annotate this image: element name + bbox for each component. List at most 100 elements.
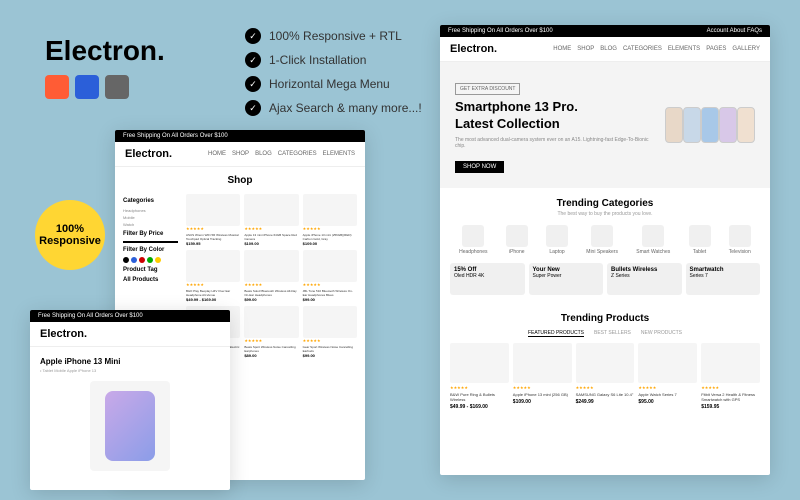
product-title: Apple iPhone 13 Mini [40, 357, 220, 366]
nav-logo[interactable]: Electron. [450, 43, 497, 55]
hero-desc: The most advanced dual-camera system eve… [455, 137, 655, 149]
trending-cats-title: Trending Categories [440, 198, 770, 209]
feature-item: 100% Responsive + RTL [269, 29, 402, 43]
tab-featured[interactable]: FEATURED PRODUCTS [528, 330, 584, 337]
feature-list: ✓ 100% Responsive + RTL ✓ 1-Click Installa… [245, 28, 422, 116]
category-item[interactable]: Headphones [459, 225, 487, 255]
promo-row: 15% OffOled HDR 4K Your NewSuper Power B… [440, 255, 770, 303]
check-icon: ✓ [245, 28, 261, 44]
shop-title: Shop [115, 167, 365, 194]
promo-card[interactable]: 15% OffOled HDR 4K [450, 263, 525, 295]
product-card[interactable]: ★★★★★ASUS Wrenn WiFi 5R Wireless Musical… [186, 194, 240, 246]
nav-link[interactable]: HOME [208, 151, 226, 157]
navbar: Electron. HOME SHOP BLOG CATEGORIES ELEM… [440, 37, 770, 62]
product-card[interactable]: ★★★★★B&O Play Beoplay H4V Over Ear Headp… [186, 250, 240, 302]
navbar: Electron. HOME SHOP BLOG CATEGORIES ELEM… [115, 142, 365, 167]
nav-link[interactable]: SHOP [577, 46, 594, 52]
color-swatch[interactable] [123, 257, 129, 263]
product-image [90, 381, 170, 471]
product-card[interactable]: ★★★★★Apple iPhone 13 mini (256 GB)$109.0… [513, 343, 572, 410]
platform-icons [45, 75, 129, 99]
shop-now-button[interactable]: SHOP NOW [455, 161, 504, 173]
trending-prods-title: Trending Products [440, 313, 770, 324]
nav-link[interactable]: CATEGORIES [623, 46, 662, 52]
color-swatch[interactable] [131, 257, 137, 263]
category-row: Headphones iPhone Laptop Mini Speakers S… [440, 225, 770, 255]
topbar: Free Shipping On All Orders Over $100 Ac… [440, 25, 770, 37]
feature-item: Ajax Search & many more...! [269, 101, 422, 115]
nav-link[interactable]: BLOG [600, 46, 617, 52]
product-card[interactable]: ★★★★★Apple Watch Series 7$95.00 [638, 343, 697, 410]
nav-link[interactable]: SHOP [232, 151, 249, 157]
promo-card[interactable]: Bullets WirelessZ Series [607, 263, 682, 295]
topbar-left: Free Shipping On All Orders Over $100 [448, 28, 553, 34]
feature-item: Horizontal Mega Menu [269, 77, 390, 91]
responsive-badge: 100% Responsive [35, 200, 105, 270]
product-detail-preview: Free Shipping On All Orders Over $100 El… [30, 310, 230, 490]
nav-links: HOME SHOP BLOG CATEGORIES ELEMENTS PAGES… [553, 46, 760, 52]
nav-link[interactable]: ELEMENTS [323, 151, 355, 157]
product-card[interactable]: ★★★★★SAMSUNG Galaxy S6 Lite 10.4"$249.99 [576, 343, 635, 410]
nav-logo[interactable]: Electron. [40, 328, 87, 340]
sidebar-tag-title: Product Tag [123, 267, 178, 273]
nav-link[interactable]: BLOG [255, 151, 272, 157]
product-card[interactable]: ★★★★★Beats Sport Wireless Noise Cancelli… [244, 306, 298, 358]
product-card[interactable]: ★★★★★B&W Pure Ring & Bullets Wireless$49… [450, 343, 509, 410]
trending-cats-sub: The best way to buy the products you lov… [440, 211, 770, 217]
color-swatch[interactable] [155, 257, 161, 263]
nav-link[interactable]: CATEGORIES [278, 151, 317, 157]
check-icon: ✓ [245, 76, 261, 92]
color-swatch[interactable] [139, 257, 145, 263]
sidebar-cat[interactable]: Mobile [123, 215, 178, 220]
responsive-icon [75, 75, 99, 99]
badge-text: Responsive [39, 235, 101, 247]
category-item[interactable]: iPhone [506, 225, 528, 255]
feature-item: 1-Click Installation [269, 53, 366, 67]
sidebar-cat[interactable]: Watch [123, 222, 178, 227]
product-card[interactable]: ★★★★★Apple iPhone 13 mini (256GB)(RED) C… [303, 194, 357, 246]
price-slider[interactable] [123, 241, 178, 243]
nav-link[interactable]: GALLERY [732, 46, 760, 52]
home-preview: Free Shipping On All Orders Over $100 Ac… [440, 25, 770, 475]
promo-card[interactable]: Your NewSuper Power [529, 263, 604, 295]
product-card[interactable]: ★★★★★Fitbit Versa 2 Health & Fitness Sma… [701, 343, 760, 410]
tab-bestsellers[interactable]: BEST SELLERS [594, 330, 631, 337]
promo-card[interactable]: SmartwatchSeries 7 [686, 263, 761, 295]
hero-phones [665, 107, 755, 143]
category-item[interactable]: Mini Speakers [586, 225, 618, 255]
sidebar-cat-title: Categories [123, 198, 178, 204]
product-card[interactable]: ★★★★★Gear Sport Wireless Noise Cancellin… [303, 306, 357, 358]
nav-link[interactable]: HOME [553, 46, 571, 52]
sidebar-cat[interactable]: Headphones [123, 208, 178, 213]
product-grid: ★★★★★B&W Pure Ring & Bullets Wireless$49… [440, 343, 770, 410]
product-card[interactable]: ★★★★★Apple 13 mini iPhone 64GB Space Red… [244, 194, 298, 246]
category-item[interactable]: Laptop [546, 225, 568, 255]
product-card[interactable]: ★★★★★Beats Solo3 Bluetooth Wireless All-… [244, 250, 298, 302]
nav-link[interactable]: PAGES [706, 46, 726, 52]
topbar-right: Account About FAQs [707, 28, 762, 34]
color-swatch[interactable] [147, 257, 153, 263]
color-filter [123, 257, 178, 263]
nav-logo[interactable]: Electron. [125, 148, 172, 160]
category-item[interactable]: Smart Watches [636, 225, 670, 255]
product-tabs: FEATURED PRODUCTS BEST SELLERS NEW PRODU… [440, 330, 770, 337]
category-item[interactable]: Television [729, 225, 751, 255]
sidebar-color-title: Filter By Color [123, 247, 178, 253]
check-icon: ✓ [245, 52, 261, 68]
tab-new[interactable]: NEW PRODUCTS [641, 330, 682, 337]
brand-title: Electron. [45, 35, 165, 67]
sidebar-price-title: Filter By Price [123, 231, 178, 237]
check-icon: ✓ [245, 100, 261, 116]
sidebar-all-title: All Products [123, 277, 178, 283]
breadcrumb: • Tablet Mobile Apple iPhone 13 [40, 368, 220, 373]
cart-icon [45, 75, 69, 99]
topbar: Free Shipping On All Orders Over $100 [115, 130, 365, 142]
nav-link[interactable]: ELEMENTS [668, 46, 700, 52]
topbar: Free Shipping On All Orders Over $100 [30, 310, 230, 322]
badge-percent: 100% [56, 223, 84, 235]
hero-banner: GET EXTRA DISCOUNT Smartphone 13 Pro.Lat… [440, 62, 770, 188]
hero-badge: GET EXTRA DISCOUNT [455, 83, 520, 95]
category-item[interactable]: Tablet [689, 225, 711, 255]
product-card[interactable]: ★★★★★JBL Tune 510 Bluetooth Wireless On-… [303, 250, 357, 302]
hero-title: Smartphone 13 Pro.Latest Collection [455, 99, 655, 133]
